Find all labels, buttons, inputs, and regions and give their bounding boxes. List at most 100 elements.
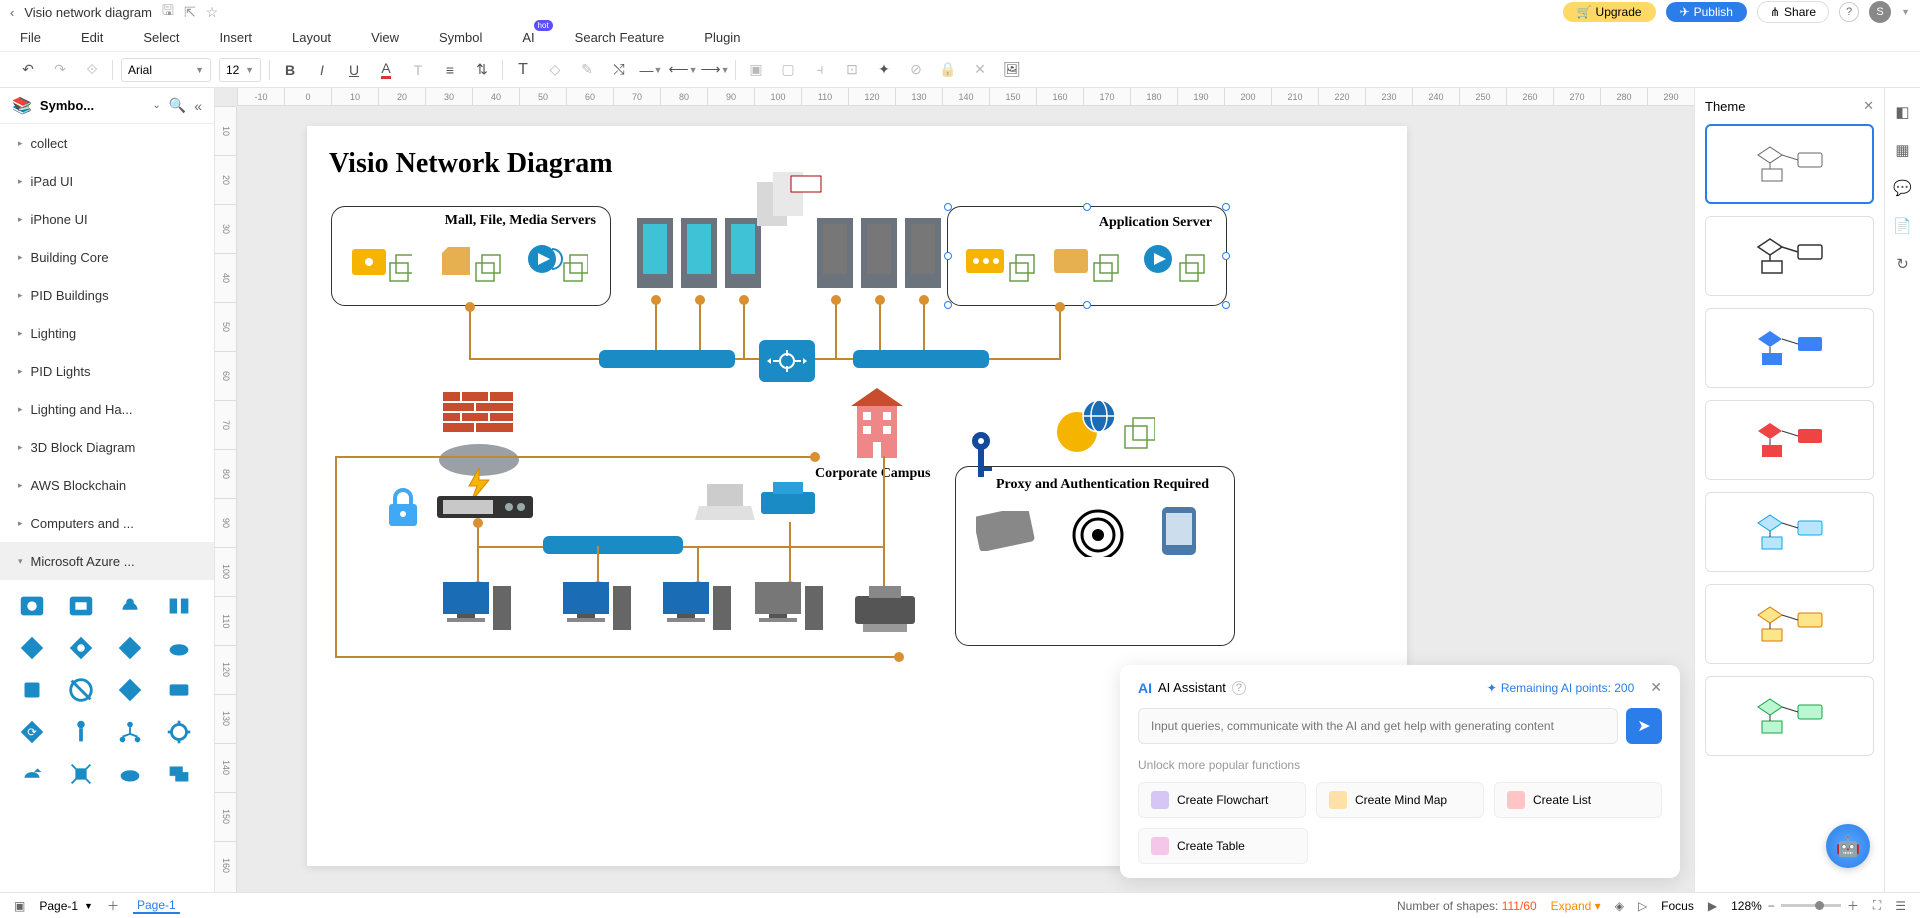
menu-search-feature[interactable]: Search Feature: [575, 30, 665, 45]
azure-symbol[interactable]: [110, 714, 150, 750]
firewall-icon[interactable]: [443, 392, 513, 436]
lock-icon[interactable]: 🔒: [936, 58, 960, 82]
category-collect[interactable]: collect: [0, 124, 214, 162]
star-icon[interactable]: ☆: [206, 4, 219, 21]
line-spacing-icon[interactable]: ⇅: [470, 58, 494, 82]
globe-service-icon[interactable]: [1055, 398, 1155, 458]
azure-symbol[interactable]: [12, 756, 52, 792]
crop-icon[interactable]: ⊘: [904, 58, 928, 82]
align-left-icon[interactable]: ⫞: [808, 58, 832, 82]
search-icon[interactable]: 🔍: [169, 97, 186, 114]
sidebar-dropdown-icon[interactable]: ⌄: [152, 100, 160, 111]
ai-create-table-button[interactable]: Create Table: [1138, 828, 1308, 864]
ai-create-flowchart-button[interactable]: Create Flowchart: [1138, 782, 1306, 818]
bold-icon[interactable]: B: [278, 58, 302, 82]
info-icon[interactable]: ?: [1232, 681, 1246, 695]
category-pid-lights[interactable]: PID Lights: [0, 352, 214, 390]
appliance-icon[interactable]: [437, 496, 533, 522]
underline-icon[interactable]: U: [342, 58, 366, 82]
focus-label[interactable]: Focus: [1661, 899, 1694, 913]
menu-layout[interactable]: Layout: [292, 30, 331, 45]
mall-servers-box[interactable]: Mall, File, Media Servers: [331, 206, 611, 306]
category-ipad-ui[interactable]: iPad UI: [0, 162, 214, 200]
category-azure[interactable]: Microsoft Azure ...: [0, 542, 214, 580]
expand-link[interactable]: Expand ▾: [1551, 899, 1601, 913]
share-button[interactable]: ⋔ Share: [1757, 1, 1829, 23]
menu-icon[interactable]: ☰: [1895, 899, 1906, 913]
pen-icon[interactable]: ✎: [575, 58, 599, 82]
desktop-pc-icon[interactable]: [755, 582, 825, 638]
save-icon[interactable]: 🖫: [162, 0, 174, 24]
image-icon[interactable]: 🖼: [1000, 58, 1024, 82]
line-style-icon[interactable]: ―▼: [639, 58, 663, 82]
azure-symbol[interactable]: [159, 672, 199, 708]
theme-option[interactable]: [1705, 584, 1874, 664]
category-building-core[interactable]: Building Core: [0, 238, 214, 276]
distribute-icon[interactable]: ⊡: [840, 58, 864, 82]
format-painter-icon[interactable]: ⟐: [80, 58, 104, 82]
library-icon[interactable]: 📚: [12, 96, 32, 116]
printer-fax-icon[interactable]: [855, 586, 915, 634]
menu-ai[interactable]: AIhot: [522, 30, 534, 45]
open-external-icon[interactable]: ⇱: [184, 4, 196, 21]
back-arrow-icon[interactable]: ‹: [10, 5, 14, 20]
add-page-button[interactable]: ＋: [107, 897, 119, 914]
grid-icon[interactable]: ▦: [1893, 140, 1913, 160]
ai-query-input[interactable]: [1138, 708, 1618, 744]
menu-view[interactable]: View: [371, 30, 399, 45]
network-bar-left[interactable]: [599, 350, 735, 368]
play-icon[interactable]: ▶: [1708, 899, 1717, 913]
menu-symbol[interactable]: Symbol: [439, 30, 482, 45]
category-aws-blockchain[interactable]: AWS Blockchain: [0, 466, 214, 504]
desktop-pc-icon[interactable]: [443, 582, 513, 638]
azure-symbol[interactable]: [159, 630, 199, 666]
ai-create-list-button[interactable]: Create List: [1494, 782, 1662, 818]
comment-icon[interactable]: 💬: [1893, 178, 1913, 198]
application-server-box[interactable]: Application Server: [947, 206, 1227, 306]
proxy-auth-box[interactable]: Proxy and Authentication Required: [955, 466, 1235, 646]
font-family-select[interactable]: Arial▼: [121, 58, 211, 82]
zoom-slider[interactable]: [1781, 904, 1841, 907]
category-lighting[interactable]: Lighting: [0, 314, 214, 352]
close-icon[interactable]: ✕: [1863, 98, 1874, 114]
ai-send-button[interactable]: ➤: [1626, 708, 1662, 744]
upgrade-button[interactable]: 🛒 Upgrade: [1563, 2, 1656, 22]
text-box-icon[interactable]: T: [511, 58, 535, 82]
align-icon[interactable]: ≡: [438, 58, 462, 82]
user-avatar[interactable]: S: [1869, 1, 1891, 23]
theme-option[interactable]: [1705, 308, 1874, 388]
close-icon[interactable]: ✕: [1650, 679, 1662, 696]
switch-node[interactable]: [759, 340, 815, 382]
avatar-dropdown-icon[interactable]: ▼: [1901, 7, 1910, 17]
publish-button[interactable]: ✈ Publish: [1666, 2, 1747, 22]
italic-icon[interactable]: I: [310, 58, 334, 82]
zoom-out-button[interactable]: −: [1768, 899, 1775, 913]
menu-file[interactable]: File: [20, 30, 41, 45]
page-tab[interactable]: Page-1: [133, 898, 180, 914]
font-size-select[interactable]: 12▼: [219, 58, 261, 82]
category-computers[interactable]: Computers and ...: [0, 504, 214, 542]
azure-symbol[interactable]: [61, 630, 101, 666]
azure-symbol[interactable]: ⟳: [12, 714, 52, 750]
azure-symbol[interactable]: [110, 672, 150, 708]
server-rack-group-right[interactable]: [817, 218, 947, 304]
menu-insert[interactable]: Insert: [220, 30, 253, 45]
azure-symbol[interactable]: [61, 756, 101, 792]
menu-edit[interactable]: Edit: [81, 30, 103, 45]
azure-symbol[interactable]: [61, 588, 101, 624]
menu-plugin[interactable]: Plugin: [704, 30, 740, 45]
front-icon[interactable]: ▣: [744, 58, 768, 82]
help-icon[interactable]: ?: [1839, 2, 1859, 22]
azure-symbol[interactable]: [61, 714, 101, 750]
tools-icon[interactable]: ✕: [968, 58, 992, 82]
presentation-icon[interactable]: ▷: [1638, 899, 1647, 913]
azure-symbol[interactable]: [110, 756, 150, 792]
theme-option[interactable]: [1705, 216, 1874, 296]
category-lighting-ha[interactable]: Lighting and Ha...: [0, 390, 214, 428]
fill-icon[interactable]: ◇: [543, 58, 567, 82]
theme-option[interactable]: [1705, 124, 1874, 204]
history-icon[interactable]: ↻: [1893, 254, 1913, 274]
page-selector[interactable]: Page-1 ▼: [39, 899, 93, 913]
category-pid-buildings[interactable]: PID Buildings: [0, 276, 214, 314]
undo-icon[interactable]: ↶: [16, 58, 40, 82]
